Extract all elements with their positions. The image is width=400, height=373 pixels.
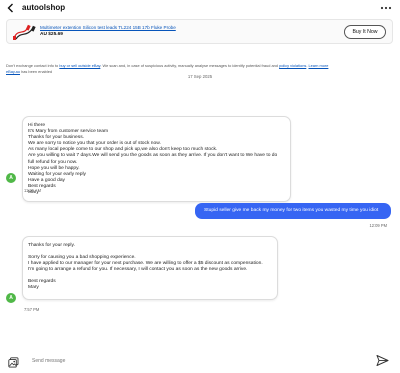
product-title-link[interactable]: Multimeter extention Silicon test leads … [40,25,176,30]
message-timestamp: 11:26 AM [24,188,41,193]
image-icon[interactable] [8,355,19,368]
seller-message-bubble: Thanks for your reply. Sorry for causing… [22,236,278,300]
ebay-au-link[interactable]: eBay.au [6,69,20,74]
shop-name[interactable]: autoolshop [22,3,65,12]
message-line: I'm going to arrange a refund for you. I… [28,267,248,273]
product-thumbnail[interactable] [12,24,36,41]
buy-it-now-button[interactable]: Buy It Now [344,25,386,39]
product-price: AU $25.69 [40,32,63,37]
message-input[interactable] [28,353,368,368]
conversation-header: autoolshop [0,0,400,16]
notice-text: Don't exchange contact info to [6,63,60,68]
message-timestamp: 7:57 PM [24,307,40,312]
seller-message-bubble: Hi there It's Mary from customer service… [22,116,291,202]
notice-text: . We scan and, in case of suspicious act… [100,63,280,68]
safety-notice: Don't exchange contact info to buy or se… [6,63,394,74]
chevron-left-icon[interactable] [5,2,17,14]
seller-avatar: A [6,293,16,303]
more-icon[interactable] [379,3,393,13]
message-composer [6,352,394,370]
notice-text: has been enabled [20,68,53,74]
buy-sell-outside-link[interactable]: buy or sell outside eBay [59,63,100,68]
message-timestamp: 12:09 PM [369,223,387,228]
send-icon[interactable] [376,354,389,367]
policy-violations-link[interactable]: policy violations [279,63,306,68]
seller-avatar: A [6,173,16,183]
learn-more-link[interactable]: Learn more [308,63,328,68]
buyer-message-bubble: Stupid seller give me back my money for … [195,203,391,219]
message-line: Are you willing to wait 7 days.We will s… [28,153,278,159]
message-line: Mary [28,190,39,196]
date-divider: 17 Sep 2025 [187,74,213,79]
product-card[interactable]: Multimeter extention Silicon test leads … [6,19,393,44]
message-line: Mary [28,285,39,291]
